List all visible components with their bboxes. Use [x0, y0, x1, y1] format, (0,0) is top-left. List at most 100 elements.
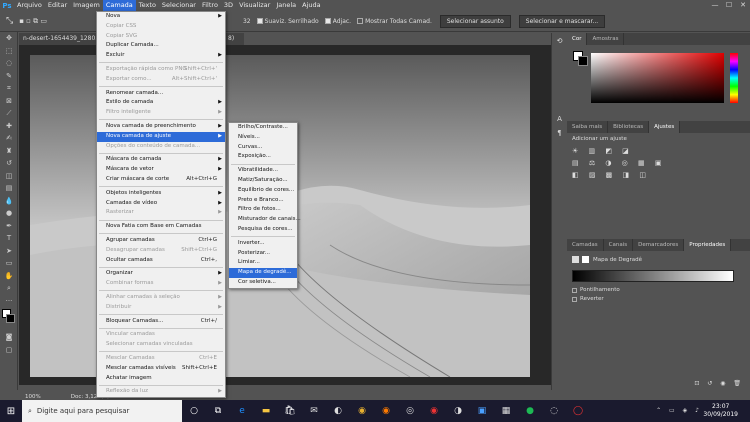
tab-properties[interactable]: Propriedades — [684, 239, 732, 251]
background-swatch[interactable] — [578, 56, 588, 66]
tab-learn[interactable]: Saiba mais — [567, 121, 609, 133]
menu-item[interactable]: Mapa de degradê... — [229, 268, 297, 278]
menu-item[interactable]: Matiz/Saturação... — [229, 176, 297, 186]
menu-filtro[interactable]: Filtro — [199, 0, 221, 11]
opera-icon[interactable]: ◯ — [566, 400, 590, 422]
menu-item[interactable]: Bloquear Camadas... Ctrl+/ — [97, 317, 225, 327]
close-icon[interactable]: ✕ — [736, 0, 750, 11]
menu-texto[interactable]: Texto — [136, 0, 159, 11]
maximize-icon[interactable]: ☐ — [722, 0, 736, 11]
dodge-tool-icon[interactable]: ● — [0, 207, 18, 220]
more-tools-icon[interactable]: ··· — [0, 295, 18, 308]
menu-arquivo[interactable]: Arquivo — [14, 0, 45, 11]
menu-item[interactable]: Curvas... — [229, 143, 297, 153]
taskbar-clock[interactable]: 23:07 30/09/2019 — [703, 403, 738, 419]
adjustment-icons-row3[interactable]: ◧ ▨ ▩ ◨ ◫ — [567, 169, 750, 181]
menu-3d[interactable]: 3D — [221, 0, 236, 11]
app-icon-1[interactable]: ◎ — [398, 400, 422, 422]
type-tool-icon[interactable]: T — [0, 232, 18, 245]
app-icon-5[interactable]: ◌ — [542, 400, 566, 422]
menu-item[interactable]: Brilho/Contraste... — [229, 123, 297, 133]
reverse-checkbox[interactable]: Reverter — [567, 296, 750, 302]
adjustment-icons-row2[interactable]: ▤ ⚖ ◑ ◎ ▦ ▣ — [567, 157, 750, 169]
menu-camada[interactable]: Camada — [102, 0, 136, 11]
healing-tool-icon[interactable]: ✚ — [0, 120, 18, 133]
shape-tool-icon[interactable]: ▭ — [0, 257, 18, 270]
adjustment-icons-row1[interactable]: ☀ ▥ ◩ ◪ — [567, 145, 750, 157]
menu-item[interactable]: Duplicar Camada... — [97, 41, 225, 51]
menu-editar[interactable]: Editar — [45, 0, 70, 11]
file-explorer-icon[interactable]: ▬ — [254, 400, 278, 422]
menu-item[interactable]: Limiar... — [229, 258, 297, 268]
firefox-icon[interactable]: ◉ — [374, 400, 398, 422]
menu-item[interactable]: Máscara de vetor ▶ — [97, 165, 225, 175]
menu-janela[interactable]: Janela — [273, 0, 299, 11]
gradient-preview[interactable] — [572, 270, 734, 282]
store-icon[interactable]: 🛍 — [278, 400, 302, 422]
taskbar-search-box[interactable]: ⌕ Digite aqui para pesquisar — [22, 400, 182, 422]
properties-footer-icons[interactable]: ⊡ ↺ ◉ 🗑 — [694, 380, 744, 387]
contiguous-checkbox[interactable]: Adjac. — [324, 18, 351, 25]
menu-item[interactable]: Ocultar camadas Ctrl+, — [97, 256, 225, 266]
menu-visualizar[interactable]: Visualizar — [236, 0, 273, 11]
menu-item[interactable]: Objetos inteligentes ▶ — [97, 189, 225, 199]
color-swatches[interactable] — [0, 307, 17, 331]
menu-item[interactable]: Exposição... — [229, 152, 297, 162]
menu-item[interactable]: Achatar imagem — [97, 374, 225, 384]
app-icon-3[interactable]: ◑ — [446, 400, 470, 422]
tool-preset-icon[interactable]: ⤡ — [6, 16, 13, 26]
sample-all-layers-checkbox[interactable]: Mostrar Todas Camad. — [357, 18, 432, 25]
gradient-tool-icon[interactable]: ▤ — [0, 182, 18, 195]
menu-item[interactable]: Níveis... — [229, 133, 297, 143]
menu-selecionar[interactable]: Selecionar — [159, 0, 199, 11]
menu-item[interactable]: Nova camada de ajuste ▶ — [97, 131, 225, 142]
menu-item[interactable]: Máscara de camada ▶ — [97, 155, 225, 165]
zoom-level[interactable]: 100% — [25, 394, 41, 400]
brush-tool-icon[interactable]: ✍ — [0, 132, 18, 145]
tab-channels[interactable]: Canais — [604, 239, 634, 251]
history-brush-icon[interactable]: ↺ — [0, 157, 18, 170]
menu-item[interactable]: Criar máscara de corte Alt+Ctrl+G — [97, 175, 225, 185]
menu-item[interactable]: Pesquisa de cores... — [229, 225, 297, 235]
menu-item[interactable]: Nova Fatia com Base em Camadas — [97, 222, 225, 232]
chrome-icon[interactable]: ◉ — [350, 400, 374, 422]
windows-start-icon[interactable]: ⊞ — [0, 400, 22, 422]
tab-paths[interactable]: Demarcadores — [633, 239, 685, 251]
menu-imagem[interactable]: Imagem — [70, 0, 103, 11]
paragraph-panel-icon[interactable]: ¶ — [552, 129, 567, 137]
hand-tool-icon[interactable]: ✋ — [0, 270, 18, 283]
menu-item[interactable]: Inverter... — [229, 239, 297, 249]
tab-color[interactable]: Cor — [567, 33, 588, 45]
menu-item[interactable]: Vibratilidade... — [229, 166, 297, 176]
menu-item[interactable]: Organizar ▶ — [97, 269, 225, 279]
tab-layers[interactable]: Camadas — [567, 239, 604, 251]
zoom-tool-icon[interactable]: ⌕ — [0, 282, 18, 295]
screen-mode-icon[interactable]: ▢ — [0, 344, 18, 357]
app-icon-2[interactable]: ◉ — [422, 400, 446, 422]
select-and-mask-button[interactable]: Selecionar e mascarar... — [518, 14, 606, 28]
menu-item[interactable]: Mesclar camadas visíveis Shift+Ctrl+E — [97, 364, 225, 374]
history-icon[interactable]: ⟲ — [552, 37, 567, 45]
type-panel-icon[interactable]: A — [552, 115, 567, 123]
spotify-icon[interactable]: ● — [518, 400, 542, 422]
app-icon-4[interactable]: ▦ — [494, 400, 518, 422]
photoshop-taskbar-icon[interactable]: ▣ — [470, 400, 494, 422]
minimize-icon[interactable]: — — [708, 0, 722, 11]
stamp-tool-icon[interactable]: ♜ — [0, 145, 18, 158]
marquee-tool-icon[interactable]: ⬚ — [0, 45, 18, 58]
path-select-tool-icon[interactable]: ➤ — [0, 245, 18, 258]
tolerance-value[interactable]: 32 — [243, 18, 251, 25]
color-picker-field[interactable] — [591, 53, 724, 103]
tab-adjustments[interactable]: Ajustes — [649, 121, 681, 133]
menu-item[interactable]: Filtro de fotos... — [229, 205, 297, 215]
media-icon[interactable]: ◐ — [326, 400, 350, 422]
task-view-icon[interactable]: ⧉ — [206, 400, 230, 422]
quick-mask-icon[interactable]: ◙ — [0, 331, 18, 344]
menu-item[interactable]: Misturador de canais... — [229, 215, 301, 225]
crop-tool-icon[interactable]: ⌗ — [0, 82, 18, 95]
menu-item[interactable]: Equilíbrio de cores... — [229, 186, 297, 196]
menu-item[interactable]: Preto e Branco... — [229, 196, 297, 206]
menu-item[interactable]: Excluir ▶ — [97, 51, 225, 61]
hue-slider[interactable] — [730, 53, 738, 103]
system-tray-icons[interactable]: ⌃ ▭ ◈ ♪ — [656, 407, 702, 414]
